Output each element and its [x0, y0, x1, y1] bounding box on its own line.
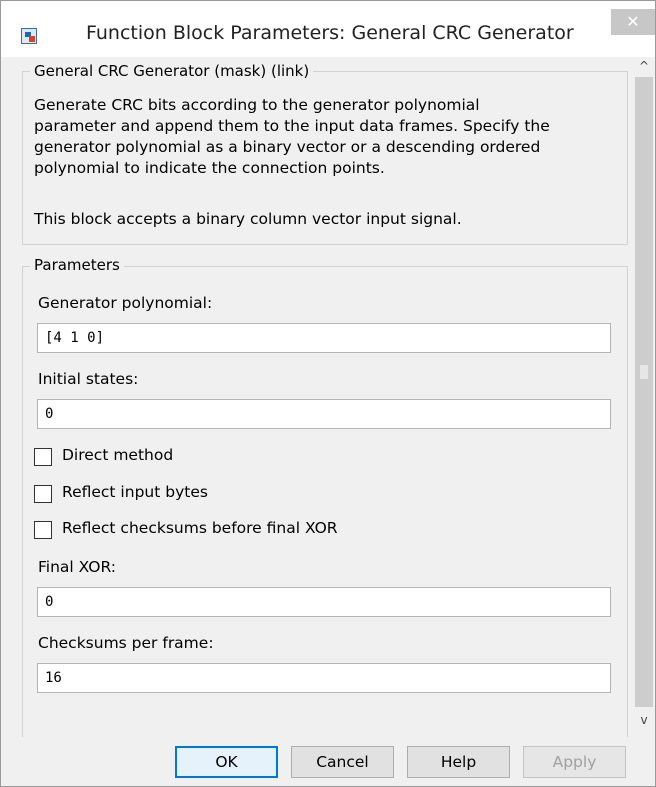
description-line-1: Generate CRC bits according to the gener…: [34, 96, 480, 114]
scroll-up-icon[interactable]: ^: [633, 57, 655, 75]
final-xor-input[interactable]: [37, 587, 611, 617]
reflect-input-bytes-label: Reflect input bytes: [62, 483, 208, 501]
initial-states-input[interactable]: [37, 399, 611, 429]
description-line-4: polynomial to indicate the connection po…: [34, 159, 385, 177]
final-xor-label: Final XOR:: [38, 558, 116, 576]
direct-method-checkbox[interactable]: [34, 448, 52, 466]
checksums-per-frame-input[interactable]: [37, 663, 611, 693]
vertical-scrollbar[interactable]: ^ v: [633, 57, 655, 737]
close-button[interactable]: ✕: [611, 9, 655, 35]
simulink-block-icon: [21, 28, 37, 44]
parameters-legend: Parameters: [30, 256, 124, 274]
cancel-button[interactable]: Cancel: [291, 746, 394, 778]
description-line-3: generator polynomial as a binary vector …: [34, 138, 541, 156]
title-bar[interactable]: Function Block Parameters: General CRC G…: [1, 1, 655, 57]
description-note: This block accepts a binary column vecto…: [34, 210, 462, 228]
button-bar: OK Cancel Help Apply: [1, 737, 655, 786]
generator-polynomial-label: Generator polynomial:: [38, 294, 213, 312]
scroll-grip: [640, 365, 648, 379]
reflect-checksums-checkbox[interactable]: [34, 521, 52, 539]
reflect-checksums-label: Reflect checksums before final XOR: [62, 519, 338, 537]
apply-button[interactable]: Apply: [523, 746, 626, 778]
description-legend: General CRC Generator (mask) (link): [30, 62, 314, 80]
reflect-input-bytes-checkbox[interactable]: [34, 485, 52, 503]
scroll-down-icon[interactable]: v: [633, 711, 655, 729]
dialog-content: General CRC Generator (mask) (link) Gene…: [1, 57, 633, 756]
scroll-thumb[interactable]: [635, 77, 653, 707]
initial-states-label: Initial states:: [38, 370, 139, 388]
description-line-2: parameter and append them to the input d…: [34, 117, 550, 135]
help-button[interactable]: Help: [407, 746, 510, 778]
ok-button[interactable]: OK: [175, 746, 278, 778]
checksums-per-frame-label: Checksums per frame:: [38, 634, 214, 652]
generator-polynomial-input[interactable]: [37, 323, 611, 353]
window-title: Function Block Parameters: General CRC G…: [86, 22, 574, 44]
dialog-window: Function Block Parameters: General CRC G…: [0, 0, 656, 787]
direct-method-label: Direct method: [62, 446, 174, 464]
